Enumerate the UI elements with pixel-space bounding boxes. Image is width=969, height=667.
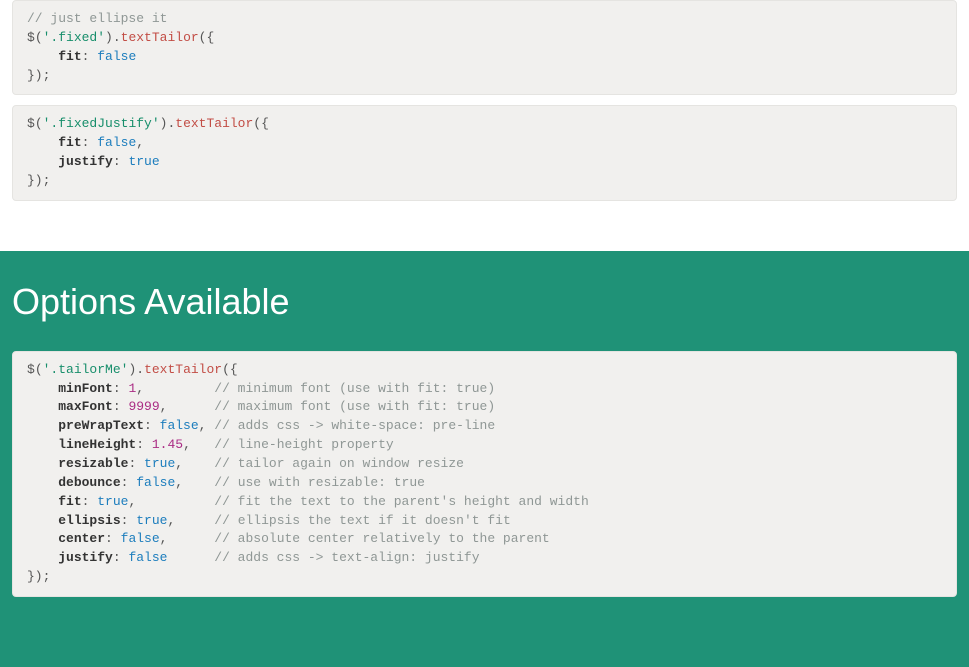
code-brace: ({ bbox=[253, 116, 269, 131]
code-block-fixed: // just ellipse it $('.fixed').textTailo… bbox=[12, 0, 957, 95]
code-key: preWrapText bbox=[58, 418, 144, 433]
code-comment: // fit the text to the parent's height a… bbox=[214, 494, 588, 509]
code-val: 9999 bbox=[128, 399, 159, 414]
code-comment: // tailor again on window resize bbox=[214, 456, 464, 471]
code-comma: , bbox=[136, 381, 144, 396]
code-val: false bbox=[97, 135, 136, 150]
code-comment: // line-height property bbox=[214, 437, 393, 452]
code-comma: , bbox=[175, 475, 183, 490]
code-close: }); bbox=[27, 569, 50, 584]
code-method: textTailor bbox=[175, 116, 253, 131]
code-paren: ( bbox=[35, 30, 43, 45]
code-val: true bbox=[97, 494, 128, 509]
code-comma: , bbox=[199, 418, 207, 433]
code-val: false bbox=[160, 418, 199, 433]
code-comma: , bbox=[183, 437, 191, 452]
code-val: 1.45 bbox=[152, 437, 183, 452]
code-colon: : bbox=[82, 49, 98, 64]
code-brace: ({ bbox=[222, 362, 238, 377]
code-block-options: $('.tailorMe').textTailor({ minFont: 1, … bbox=[12, 351, 957, 597]
code-selector: '.fixed' bbox=[43, 30, 105, 45]
code-paren: ). bbox=[105, 30, 121, 45]
code-dollar: $ bbox=[27, 116, 35, 131]
code-val: false bbox=[128, 550, 167, 565]
code-val: false bbox=[136, 475, 175, 490]
code-key: lineHeight bbox=[58, 437, 136, 452]
code-val: true bbox=[144, 456, 175, 471]
options-lines: minFont: 1, // minimum font (use with fi… bbox=[27, 381, 589, 566]
code-comment: // minimum font (use with fit: true) bbox=[214, 381, 495, 396]
code-colon: : bbox=[82, 494, 98, 509]
code-selector: '.tailorMe' bbox=[43, 362, 129, 377]
code-paren: ). bbox=[128, 362, 144, 377]
code-brace: ({ bbox=[199, 30, 215, 45]
code-comment: // ellipsis the text if it doesn't fit bbox=[214, 513, 510, 528]
code-key: center bbox=[58, 531, 105, 546]
code-val: false bbox=[97, 49, 136, 64]
code-colon: : bbox=[144, 418, 160, 433]
code-colon: : bbox=[121, 475, 137, 490]
code-dollar: $ bbox=[27, 30, 35, 45]
code-colon: : bbox=[113, 154, 129, 169]
code-colon: : bbox=[113, 399, 129, 414]
top-section: // just ellipse it $('.fixed').textTailo… bbox=[0, 0, 969, 251]
code-colon: : bbox=[136, 437, 152, 452]
code-key: maxFont bbox=[58, 399, 113, 414]
code-colon: : bbox=[113, 381, 129, 396]
code-comment: // just ellipse it bbox=[27, 11, 167, 26]
options-section: Options Available $('.tailorMe').textTai… bbox=[0, 251, 969, 667]
code-val: true bbox=[136, 513, 167, 528]
code-key: minFont bbox=[58, 381, 113, 396]
code-comma: , bbox=[136, 135, 144, 150]
code-selector: '.fixedJustify' bbox=[43, 116, 160, 131]
code-comma: , bbox=[160, 531, 168, 546]
code-key: fit bbox=[58, 49, 81, 64]
code-comma: , bbox=[167, 513, 175, 528]
code-block-fixed-justify: $('.fixedJustify').textTailor({ fit: fal… bbox=[12, 105, 957, 200]
code-paren: ( bbox=[35, 116, 43, 131]
code-colon: : bbox=[113, 550, 129, 565]
code-paren: ( bbox=[35, 362, 43, 377]
code-close: }); bbox=[27, 68, 50, 83]
code-key: resizable bbox=[58, 456, 128, 471]
code-comment: // use with resizable: true bbox=[214, 475, 425, 490]
code-colon: : bbox=[121, 513, 137, 528]
code-close: }); bbox=[27, 173, 50, 188]
code-comma: , bbox=[128, 494, 136, 509]
code-val: false bbox=[121, 531, 160, 546]
code-comment: // absolute center relatively to the par… bbox=[214, 531, 549, 546]
code-colon: : bbox=[105, 531, 121, 546]
code-key: fit bbox=[58, 494, 81, 509]
code-comment: // adds css -> white-space: pre-line bbox=[214, 418, 495, 433]
code-key: justify bbox=[58, 154, 113, 169]
section-title: Options Available bbox=[12, 281, 957, 323]
code-comma: , bbox=[160, 399, 168, 414]
code-key: justify bbox=[58, 550, 113, 565]
code-key: fit bbox=[58, 135, 81, 150]
code-method: textTailor bbox=[144, 362, 222, 377]
code-comma: , bbox=[175, 456, 183, 471]
code-paren: ). bbox=[160, 116, 176, 131]
code-key: debounce bbox=[58, 475, 120, 490]
code-val: true bbox=[128, 154, 159, 169]
code-comment: // maximum font (use with fit: true) bbox=[214, 399, 495, 414]
code-dollar: $ bbox=[27, 362, 35, 377]
code-comment: // adds css -> text-align: justify bbox=[214, 550, 479, 565]
code-colon: : bbox=[128, 456, 144, 471]
code-method: textTailor bbox=[121, 30, 199, 45]
code-colon: : bbox=[82, 135, 98, 150]
code-key: ellipsis bbox=[58, 513, 120, 528]
